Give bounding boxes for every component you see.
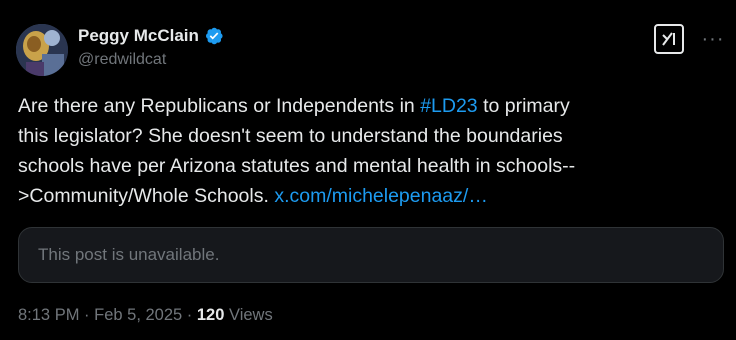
- views-count[interactable]: 120: [197, 306, 225, 324]
- grok-icon: [662, 32, 675, 46]
- quoted-post-unavailable: This post is unavailable.: [18, 227, 724, 283]
- hashtag-link[interactable]: #LD23: [420, 95, 477, 117]
- tweet-metadata: 8:13 PM · Feb 5, 2025 · 120 Views: [18, 306, 273, 325]
- author-display-name[interactable]: Peggy McClain: [78, 26, 199, 46]
- meta-separator: ·: [182, 306, 197, 324]
- unavailable-text: This post is unavailable.: [38, 245, 220, 264]
- tweet-text-part1: Are there any Republicans or Independent…: [18, 95, 421, 117]
- tweet-text: Are there any Republicans or Independent…: [18, 91, 588, 211]
- tweet-date[interactable]: Feb 5, 2025: [94, 306, 182, 324]
- avatar-image: [16, 24, 68, 76]
- more-icon: ···: [701, 27, 725, 50]
- avatar[interactable]: [16, 24, 68, 76]
- verified-badge-icon[interactable]: [204, 26, 224, 46]
- grok-button[interactable]: [654, 24, 684, 54]
- tweet-url-link[interactable]: x.com/michelepenaaz/…: [274, 185, 488, 207]
- tweet-time[interactable]: 8:13 PM: [18, 306, 79, 324]
- more-options-button[interactable]: ···: [700, 24, 726, 54]
- author-name-row[interactable]: Peggy McClain: [78, 26, 224, 46]
- views-label: Views: [224, 306, 273, 324]
- meta-separator: ·: [79, 306, 95, 324]
- author-handle[interactable]: @redwildcat: [78, 51, 166, 69]
